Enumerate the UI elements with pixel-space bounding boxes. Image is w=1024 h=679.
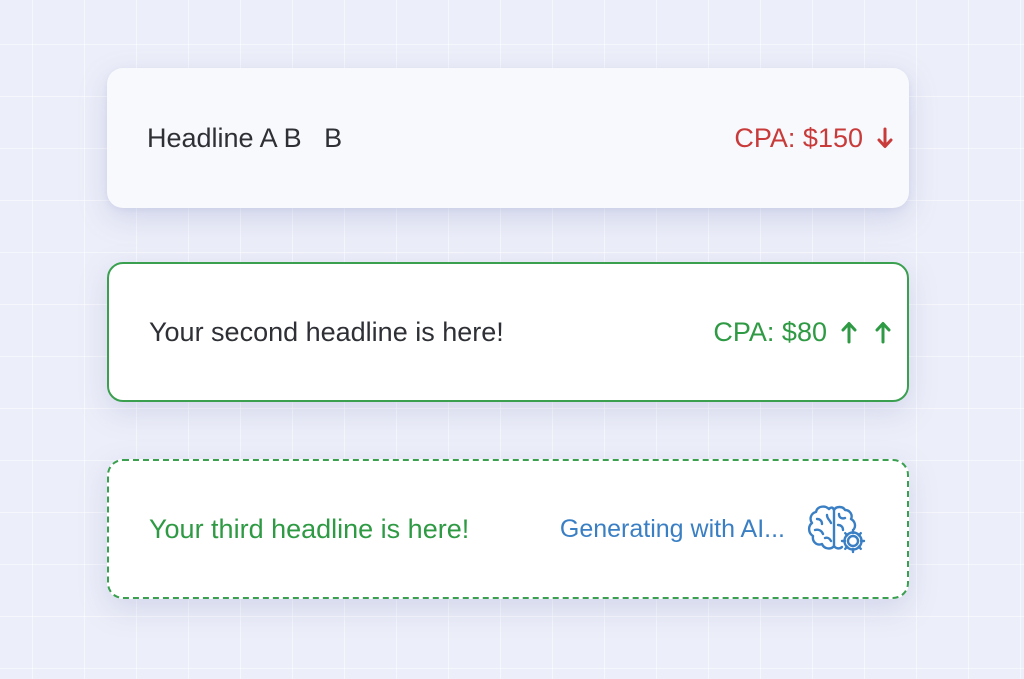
headline-card-a[interactable]: Headline A B B CPA: $150 [107, 68, 909, 208]
headline-text: Headline A B B [147, 122, 343, 153]
headline-text: Your second headline is here! [149, 316, 504, 347]
headline-card-c[interactable]: Your third headline is here! Generating … [107, 459, 909, 599]
cpa-value: CPA: $150 [734, 122, 863, 153]
arrow-up-icon [841, 320, 857, 344]
arrow-down-icon [877, 127, 893, 149]
cpa-value: CPA: $80 [713, 316, 827, 347]
generating-status-text: Generating with AI... [559, 514, 785, 543]
cpa-metric: CPA: $80 [713, 317, 891, 348]
arrow-up-icon [875, 320, 891, 344]
ai-brain-gear-icon [807, 501, 867, 557]
cpa-metric: CPA: $150 [734, 123, 893, 154]
ai-generating-status: Generating with AI... [560, 501, 891, 557]
headline-card-b[interactable]: Your second headline is here! CPA: $80 [107, 262, 909, 402]
headline-text: Your third headline is here! [149, 513, 470, 544]
